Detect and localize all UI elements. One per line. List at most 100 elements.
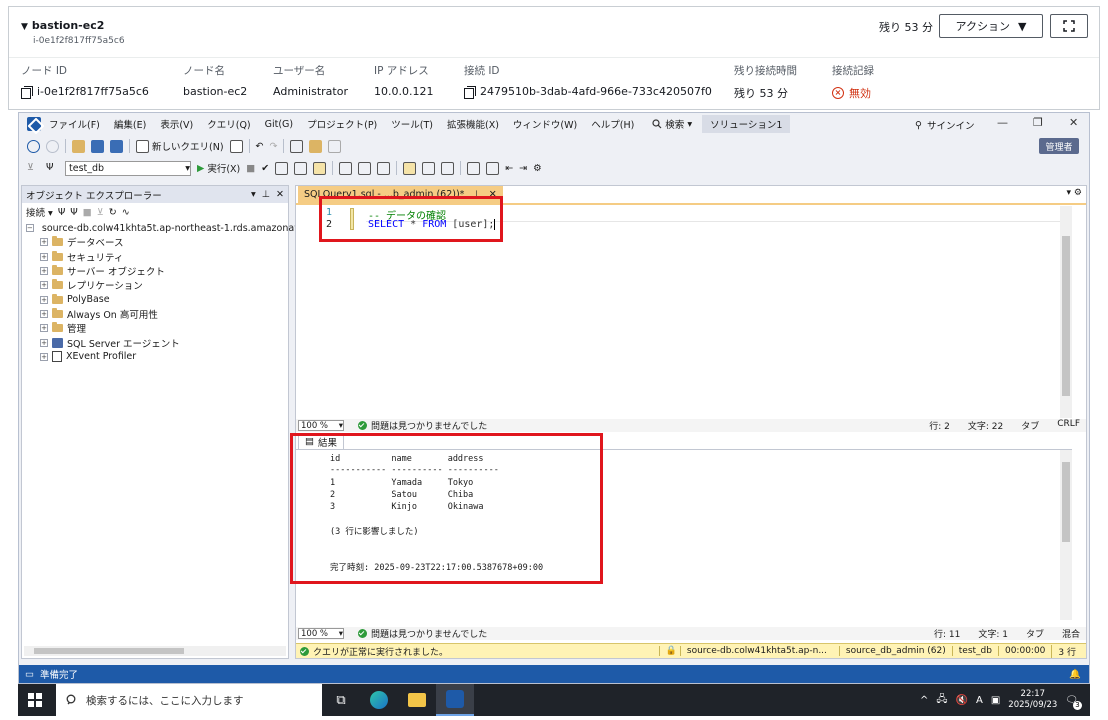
menu-window[interactable]: ウィンドウ(W) <box>513 117 577 131</box>
tree-node-server[interactable]: − source-db.colw41khta5t.ap-northeast-1.… <box>26 221 330 235</box>
volume-muted-icon[interactable]: 🔇 <box>956 695 968 706</box>
collapse-icon[interactable]: − <box>26 224 34 233</box>
tab-options-icon[interactable]: ▾ ⚙ <box>1067 188 1082 198</box>
taskbar-search[interactable]: 検索するには、ここに入力します <box>56 684 322 716</box>
stop-icon[interactable]: ■ <box>246 163 255 174</box>
redo-icon[interactable]: ↷ <box>270 141 278 152</box>
actual-plan-icon[interactable] <box>339 161 353 175</box>
forward-icon[interactable] <box>46 139 59 153</box>
back-icon[interactable] <box>27 139 40 153</box>
refresh-icon[interactable]: ↻ <box>109 207 117 218</box>
signin-link[interactable]: ⚲ サインイン <box>915 118 974 133</box>
clock[interactable]: 22:17 2025/09/23 <box>1008 689 1057 711</box>
tree-node-server-objects[interactable]: + サーバー オブジェクト <box>26 264 288 278</box>
file-explorer-icon[interactable] <box>398 684 436 716</box>
client-stats-icon[interactable] <box>377 161 391 175</box>
close-icon[interactable]: ✕ <box>276 189 284 200</box>
tree-node-replication[interactable]: + レプリケーション <box>26 278 288 292</box>
vertical-scrollbar[interactable] <box>1060 206 1072 418</box>
tree-node-always-on[interactable]: + Always On 高可用性 <box>26 307 288 321</box>
tree-node-databases[interactable]: + データベース <box>26 235 288 249</box>
open-icon[interactable] <box>72 139 85 153</box>
disconnect-icon[interactable]: Ψ <box>70 207 77 218</box>
action-button[interactable]: アクション ▼ <box>939 14 1043 38</box>
menu-view[interactable]: 表示(V) <box>160 117 193 131</box>
expand-icon[interactable]: + <box>40 252 48 261</box>
zoom-select[interactable]: 100 % ▾ <box>298 628 344 639</box>
menu-edit[interactable]: 編集(E) <box>114 117 146 131</box>
save-all-icon[interactable] <box>110 139 123 153</box>
uncomment-icon[interactable] <box>486 161 500 175</box>
intellisense-icon[interactable] <box>313 161 327 175</box>
filter-icon[interactable]: ⊻ <box>27 162 40 175</box>
scrollbar-thumb[interactable] <box>34 648 184 654</box>
horizontal-scrollbar[interactable] <box>24 646 286 656</box>
expand-icon[interactable]: + <box>40 352 48 361</box>
stop-icon[interactable]: ■ <box>83 207 92 218</box>
results-to-text-icon[interactable] <box>403 161 417 175</box>
results-to-file-icon[interactable] <box>441 161 455 175</box>
filter-icon[interactable]: ⊻ <box>97 207 104 218</box>
database-query-icon[interactable] <box>229 139 243 153</box>
expand-icon[interactable]: + <box>40 295 48 304</box>
live-stats-icon[interactable] <box>358 161 372 175</box>
undo-icon[interactable]: ↶ <box>256 141 264 152</box>
expand-icon[interactable]: + <box>40 338 48 347</box>
edge-icon[interactable] <box>360 684 398 716</box>
results-to-grid-icon[interactable] <box>422 161 436 175</box>
tree-node-polybase[interactable]: + PolyBase <box>26 292 288 306</box>
outdent-icon[interactable]: ⇤ <box>505 163 513 174</box>
notification-icon[interactable]: 🗨 3 <box>1065 695 1082 710</box>
activity-monitor-icon[interactable]: ∿ <box>122 207 130 218</box>
execute-button[interactable]: ▶ 実行(X) <box>197 161 240 176</box>
menu-tools[interactable]: ツール(T) <box>391 117 433 131</box>
ssms-taskbar-icon[interactable] <box>436 684 474 716</box>
report-icon[interactable] <box>328 139 342 153</box>
windows-start-icon[interactable] <box>28 693 42 707</box>
menu-file[interactable]: ファイル(F) <box>49 117 100 131</box>
menu-query[interactable]: クエリ(Q) <box>207 117 250 131</box>
save-icon[interactable] <box>91 139 104 153</box>
ime-mode-icon[interactable]: ▣ <box>991 695 1000 706</box>
parse-icon[interactable]: ✔ <box>261 163 269 174</box>
copy-icon[interactable] <box>464 85 476 99</box>
screenshot-icon[interactable] <box>290 139 304 153</box>
change-connection-icon[interactable]: Ψ <box>46 162 59 175</box>
connect-icon[interactable]: Ψ <box>58 207 65 218</box>
menu-extensions[interactable]: 拡張機能(X) <box>447 117 499 131</box>
expand-icon[interactable]: + <box>40 267 48 276</box>
network-icon[interactable]: 🖧 <box>936 692 947 709</box>
tree-node-security[interactable]: + セキュリティ <box>26 250 288 264</box>
pin-icon[interactable]: ⊥ <box>262 189 270 200</box>
task-view-icon[interactable]: ⧉ <box>322 684 360 716</box>
restore-button[interactable]: ❐ <box>1033 116 1043 129</box>
expand-icon[interactable]: + <box>40 238 48 247</box>
tree-node-xevent-profiler[interactable]: + XEvent Profiler <box>26 350 288 364</box>
search-menu[interactable]: 検索 ▾ <box>652 117 692 131</box>
connect-dropdown[interactable]: 接続 ▾ <box>26 205 53 219</box>
indent-icon[interactable]: ⇥ <box>519 163 527 174</box>
zoom-select[interactable]: 100 % ▾ <box>298 420 344 431</box>
scrollbar-thumb[interactable] <box>1062 236 1070 396</box>
minimize-button[interactable]: — <box>997 116 1008 129</box>
vertical-scrollbar[interactable] <box>1060 450 1072 620</box>
comment-icon[interactable] <box>467 161 481 175</box>
copy-icon[interactable] <box>21 85 33 99</box>
tree-node-sql-agent[interactable]: + SQL Server エージェント <box>26 335 288 350</box>
collapse-caret-icon[interactable]: ▼ <box>21 22 28 32</box>
chevron-up-icon[interactable]: ^ <box>920 695 928 706</box>
expand-icon[interactable]: + <box>40 324 48 333</box>
database-select[interactable]: test_db ▾ <box>65 160 191 176</box>
folder-icon[interactable] <box>309 139 323 153</box>
estimated-plan-icon[interactable] <box>275 161 289 175</box>
menu-git[interactable]: Git(G) <box>265 119 294 130</box>
close-button[interactable]: ✕ <box>1069 116 1078 129</box>
menu-project[interactable]: プロジェクト(P) <box>307 117 377 131</box>
scrollbar-thumb[interactable] <box>1062 462 1070 542</box>
ime-indicator[interactable]: A <box>976 695 983 706</box>
query-options-icon[interactable] <box>294 161 308 175</box>
menu-help[interactable]: ヘルプ(H) <box>591 117 634 131</box>
expand-icon[interactable]: + <box>40 309 48 318</box>
fullscreen-button[interactable] <box>1050 14 1088 38</box>
tree-node-management[interactable]: + 管理 <box>26 321 288 335</box>
